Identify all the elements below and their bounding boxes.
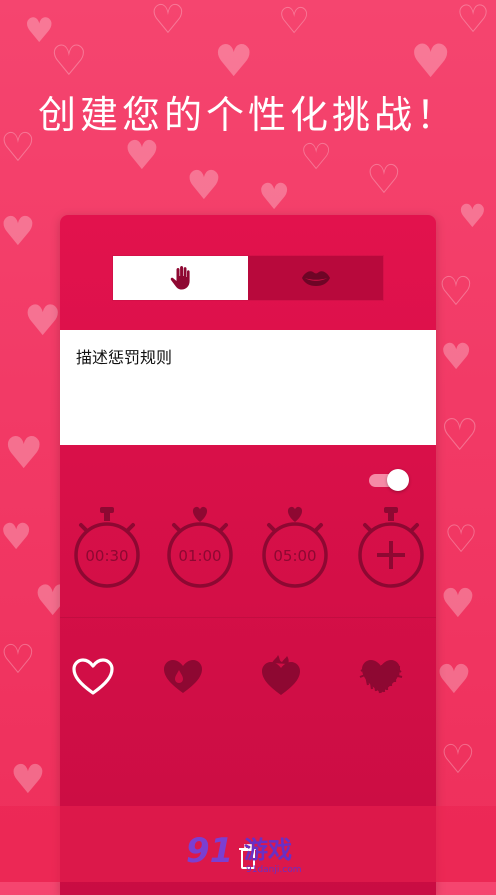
timer-label: 05:00 (273, 547, 317, 565)
switch-thumb (387, 469, 409, 491)
challenge-card: 描述惩罚规则 00:30 01:00 05:00 (60, 215, 436, 895)
mode-toggle (112, 255, 384, 301)
heart-icon: ♡ (50, 36, 88, 85)
section-divider (60, 617, 436, 618)
watermark-domain: 91danji.com (246, 865, 301, 875)
level-option-4[interactable] (358, 655, 404, 701)
heart-icon: ♥ (186, 163, 222, 209)
heart-flame-icon (262, 655, 300, 695)
heart-icon: ♥ (440, 581, 476, 627)
lips-icon (301, 271, 330, 286)
level-option-2[interactable] (160, 655, 206, 701)
heart-icon: ♥ (24, 11, 55, 51)
timer-option-30s[interactable]: 00:30 (72, 505, 142, 601)
level-option-1[interactable] (70, 655, 116, 701)
heart-scribble-icon (359, 660, 403, 694)
timer-option-5min[interactable]: 05:00 (260, 505, 330, 601)
hand-icon (170, 266, 190, 290)
heart-icon: ♡ (150, 0, 186, 43)
timer-option-add[interactable] (356, 505, 426, 601)
description-text: 描述惩罚规则 (76, 348, 173, 367)
penalty-description-input[interactable]: 描述惩罚规则 (60, 330, 436, 445)
heart-drop-icon (164, 660, 202, 693)
heart-icon: ♥ (458, 197, 487, 235)
heart-icon: ♥ (4, 428, 44, 479)
heart-icon: ♡ (440, 737, 476, 783)
timer-options: 00:30 01:00 05:00 (60, 505, 436, 615)
heart-icon: ♡ (278, 1, 311, 42)
heart-icon: ♥ (0, 517, 33, 558)
option-switch[interactable] (369, 469, 409, 491)
intensity-levels (60, 655, 436, 715)
heart-icon: ♡ (300, 137, 333, 178)
mode-option-hand[interactable] (113, 256, 248, 300)
heart-icon: ♥ (440, 337, 473, 378)
timer-label: 01:00 (178, 547, 222, 565)
watermark-number: 91 (186, 831, 233, 871)
heart-outline-icon (72, 658, 114, 695)
heart-icon: ♥ (10, 757, 46, 803)
page-headline: 创建您的个性化挑战！ (37, 93, 458, 137)
heart-icon: ♡ (438, 269, 474, 315)
heart-icon: ♡ (456, 0, 491, 41)
heart-icon: ♡ (440, 410, 480, 461)
stopwatch-add-icon (358, 507, 424, 588)
heart-icon: ♥ (0, 209, 36, 255)
heart-icon: ♥ (436, 657, 472, 703)
watermark-brand: 游戏 (244, 836, 292, 864)
heart-icon: ♡ (0, 637, 36, 683)
mode-option-lips[interactable] (248, 256, 383, 300)
heart-icon: ♡ (366, 157, 402, 203)
heart-icon: ♡ (444, 517, 479, 561)
watermark-logo: 91 游戏 91danji.com (186, 831, 301, 875)
timer-label: 00:30 (85, 547, 129, 565)
level-option-3[interactable] (258, 655, 304, 701)
heart-icon: ♥ (214, 36, 254, 87)
heart-icon: ♥ (24, 296, 62, 345)
heart-icon: ♥ (410, 34, 452, 88)
timer-option-1min[interactable]: 01:00 (165, 505, 235, 601)
heart-icon: ♥ (124, 133, 160, 179)
heart-icon: ♥ (258, 177, 291, 218)
